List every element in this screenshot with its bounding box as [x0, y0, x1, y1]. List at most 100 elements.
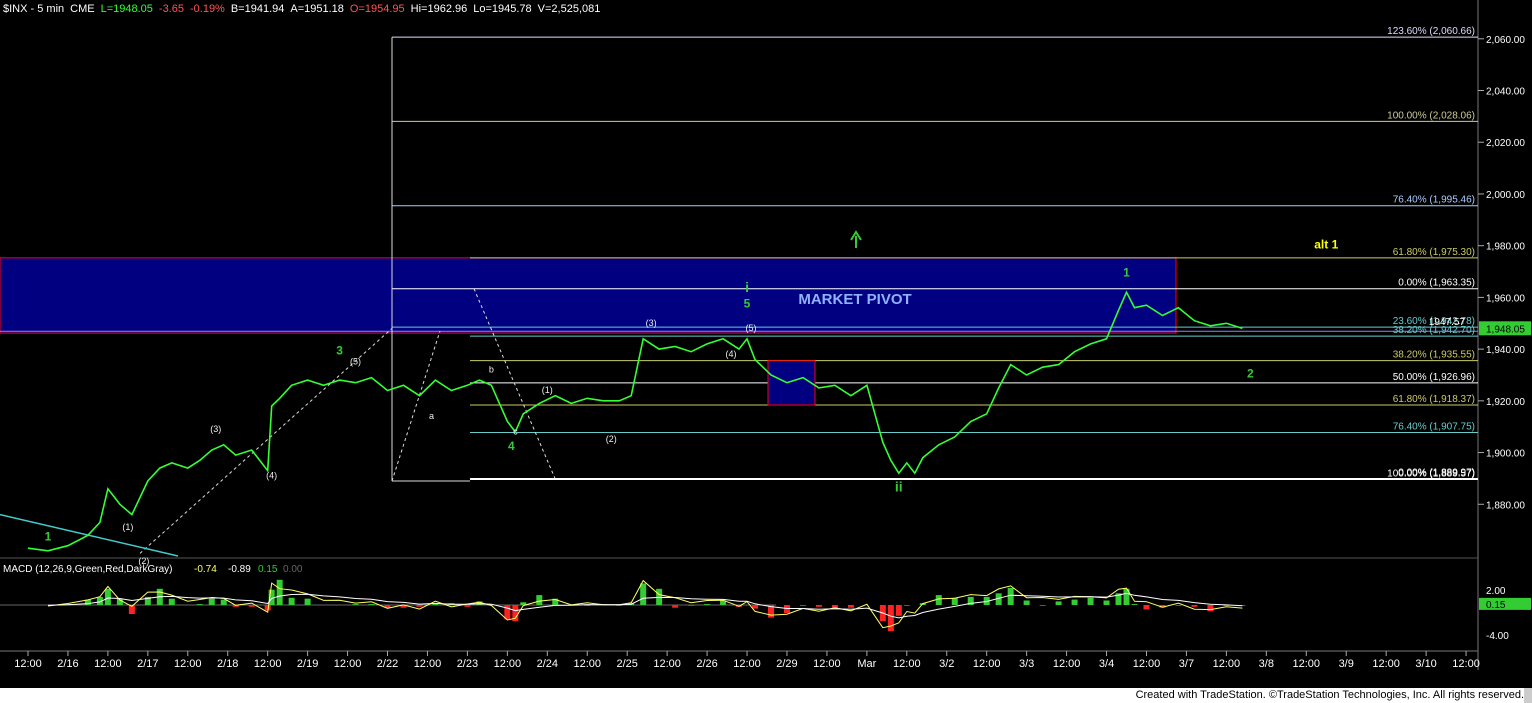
- wave-label: 4: [508, 439, 515, 453]
- macd-y-tick-label: 2.00: [1486, 586, 1506, 597]
- x-tick-label: 12:00: [1213, 658, 1241, 670]
- wave-label: (1): [542, 385, 553, 395]
- macd-hist-bar: [903, 605, 910, 606]
- x-tick-label: 3/10: [1415, 658, 1436, 670]
- header-open: O=1954.95: [349, 3, 405, 15]
- macd-hist-bar: [1103, 600, 1110, 605]
- wave-label: ii: [895, 478, 903, 494]
- x-tick-label: 3/9: [1339, 658, 1354, 670]
- wave-label: a: [429, 411, 434, 421]
- macd-hist-bar: [288, 597, 295, 605]
- y-tick-label: 1,900.00: [1486, 449, 1525, 460]
- macd-hist-bar: [704, 604, 711, 605]
- y-tick-label: 1,920.00: [1486, 397, 1525, 408]
- y-tick-label: 2,060.00: [1486, 35, 1525, 46]
- macd-hist-bar: [168, 598, 175, 605]
- header-exchange: CME: [70, 3, 95, 15]
- last-price-label: 1,948.05: [1486, 324, 1525, 335]
- symbol-header: $INX - 5 min CME L=1948.05 -3.65 -0.19% B=194…: [3, 3, 606, 15]
- fib-upper-label: 61.80% (1,975.30): [1393, 247, 1475, 258]
- footer-bar: Created with TradeStation. ©TradeStation…: [0, 688, 1532, 703]
- resize-grip-icon[interactable]: [1524, 688, 1532, 703]
- y-tick-label: 2,040.00: [1486, 87, 1525, 98]
- macd-hist-bar: [416, 605, 423, 607]
- macd-hist-bar: [208, 598, 215, 605]
- price-chart[interactable]: MARKET PIVOT 123.60% (2,060.66) 100.00% (2…: [0, 0, 1532, 688]
- macd-hist-bar: [1055, 601, 1062, 605]
- macd-hist-bar: [1131, 604, 1138, 605]
- macd-hist-bar: [951, 597, 958, 605]
- macd-hist-bar: [1191, 605, 1198, 607]
- macd-hist-bar: [887, 605, 894, 632]
- macd-hist-bar: [847, 605, 854, 608]
- x-tick-label: 12:00: [653, 658, 681, 670]
- x-tick-label: 2/19: [297, 658, 318, 670]
- wave-label: i: [745, 279, 749, 295]
- macd-label: MACD (12,26,9,Green,Red,DarkGray): [3, 564, 173, 575]
- macd-hist-bar: [688, 605, 695, 606]
- macd-hist-bar: [656, 588, 663, 605]
- wave-label: (4): [266, 470, 277, 480]
- x-tick-label: 2/16: [57, 658, 78, 670]
- macd-hist-bar: [783, 605, 790, 614]
- wave-label: (5): [746, 323, 757, 333]
- x-tick-label: 3/4: [1099, 658, 1114, 670]
- chart-stage: MARKET PIVOT 123.60% (2,060.66) 100.00% (2…: [0, 0, 1532, 703]
- macd-hist-bar: [220, 599, 227, 605]
- x-tick-label: 2/17: [137, 658, 158, 670]
- wave-label: (3): [210, 424, 221, 434]
- macd-hist-bar: [1143, 605, 1150, 610]
- macd-hist-bar: [799, 605, 806, 606]
- pivot-zone-right: [391, 257, 1177, 334]
- wave-label: (4): [726, 349, 737, 359]
- macd-hist-bar: [276, 579, 283, 605]
- wave2-target-box: [767, 360, 816, 406]
- macd-hist-bar: [1087, 597, 1094, 605]
- x-tick-label: 2/26: [696, 658, 717, 670]
- macd-value-2: -0.89: [228, 564, 251, 575]
- x-tick-label: 12:00: [1452, 658, 1480, 670]
- header-hi: Hi=1962.96: [410, 3, 468, 15]
- macd-y-tick-label: -4.00: [1486, 631, 1509, 642]
- wave-label: 1: [45, 529, 52, 543]
- x-tick-label: 12:00: [973, 658, 1001, 670]
- x-tick-label: 12:00: [334, 658, 362, 670]
- x-tick-label: 12:00: [1293, 658, 1321, 670]
- macd-hist-bar: [352, 604, 359, 605]
- x-tick-label: 12:00: [1372, 658, 1400, 670]
- fib-lower-label: 61.80% (1,918.37): [1393, 394, 1475, 405]
- x-tick-label: 2/29: [776, 658, 797, 670]
- x-tick-label: Mar: [857, 658, 876, 670]
- macd-hist-bar: [1207, 605, 1214, 612]
- macd-hist-bar: [815, 605, 822, 607]
- header-bid: B=1941.94: [230, 3, 285, 15]
- header-lo: Lo=1945.78: [473, 3, 532, 15]
- x-tick-label: 12:00: [94, 658, 122, 670]
- macd-hist-bar: [1007, 587, 1014, 605]
- x-tick-label: 12:00: [494, 658, 522, 670]
- fib-lower-label: 0.00% (1,889.97): [1398, 467, 1475, 478]
- market-pivot-label: MARKET PIVOT: [798, 291, 911, 308]
- x-tick-label: 3/8: [1259, 658, 1274, 670]
- fib-lower-label: 50.00% (1,926.96): [1393, 372, 1475, 383]
- wave-label: alt 1: [1314, 237, 1338, 251]
- header-last: L=1948.05: [100, 3, 153, 15]
- fib-upper-label: 100.00% (2,028.06): [1387, 110, 1475, 121]
- pivot-zone-left: [0, 257, 393, 334]
- x-tick-label: 12:00: [733, 658, 761, 670]
- macd-hist-bar: [536, 595, 543, 605]
- header-symbol: $INX - 5 min: [3, 3, 65, 15]
- macd-hist-bar: [368, 604, 375, 605]
- macd-hist-bar: [1175, 605, 1182, 606]
- y-tick-label: 2,020.00: [1486, 138, 1525, 149]
- macd-hist-bar: [672, 605, 679, 608]
- macd-hist-bar: [1039, 605, 1046, 606]
- wave-label: 3: [336, 343, 343, 357]
- wave-label: (5): [350, 357, 361, 367]
- macd-last-label: 0.15: [1486, 600, 1506, 611]
- wave-label: c: [513, 426, 518, 436]
- fib-lower-label: 76.40% (1,907.75): [1393, 422, 1475, 433]
- y-tick-label: 1,940.00: [1486, 345, 1525, 356]
- x-tick-label: 3/3: [1019, 658, 1034, 670]
- wave-label: (3): [646, 318, 657, 328]
